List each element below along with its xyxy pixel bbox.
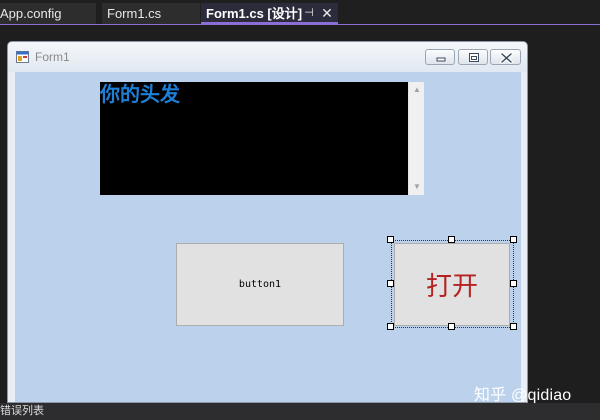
close-button[interactable] [490, 49, 521, 65]
tab-form1-cs[interactable]: Form1.cs [102, 3, 200, 24]
tab-app-config[interactable]: App.config [0, 3, 96, 24]
resize-handle-e[interactable] [510, 280, 517, 287]
open-button[interactable]: 打开 [394, 243, 510, 326]
textbox-text: 你的头发 [100, 82, 180, 106]
resize-handle-s[interactable] [448, 323, 455, 330]
pin-icon[interactable]: ⊣ [302, 3, 316, 22]
scroll-down-icon[interactable]: ▼ [409, 182, 425, 192]
scroll-up-icon[interactable]: ▲ [409, 85, 425, 95]
multiline-textbox[interactable]: 你的头发 ▲ ▼ [100, 82, 424, 195]
maximize-button[interactable] [458, 49, 488, 65]
zhihu-watermark: 知乎 @qidiao [474, 387, 572, 404]
bottom-panel-tab[interactable]: 错误列表 [0, 403, 600, 420]
tab-label: Form1.cs [设计] [206, 6, 303, 21]
close-icon [500, 52, 513, 64]
form-window[interactable]: Form1 你的头发 ▲ ▼ button1 打开 [7, 41, 528, 403]
resize-handle-sw[interactable] [387, 323, 394, 330]
resize-handle-w[interactable] [387, 280, 394, 287]
textbox-vertical-scrollbar[interactable]: ▲ ▼ [408, 82, 424, 195]
tab-label: App.config [0, 6, 62, 21]
resize-handle-ne[interactable] [510, 236, 517, 243]
maximize-icon [469, 53, 479, 62]
form-app-icon [16, 51, 29, 63]
error-list-label: 错误列表 [0, 405, 44, 417]
resize-handle-n[interactable] [448, 236, 455, 243]
resize-handle-se[interactable] [510, 323, 517, 330]
form-titlebar: Form1 [8, 42, 527, 72]
button1-label: button1 [238, 279, 282, 290]
tab-label: Form1.cs [107, 6, 162, 21]
document-tab-strip: App.config Form1.cs Form1.cs [设计] ⊣ ✕ [0, 0, 600, 25]
button1[interactable]: button1 [176, 243, 344, 326]
resize-handle-nw[interactable] [387, 236, 394, 243]
form-client-area: 你的头发 ▲ ▼ button1 打开 [15, 72, 521, 402]
open-button-label: 打开 [425, 272, 478, 302]
tab-form1-designer[interactable]: Form1.cs [设计] ⊣ ✕ [201, 3, 338, 24]
minimize-icon [436, 57, 446, 62]
form-title: Form1 [35, 50, 70, 64]
close-tab-icon[interactable]: ✕ [320, 3, 334, 22]
minimize-button[interactable] [425, 49, 455, 65]
